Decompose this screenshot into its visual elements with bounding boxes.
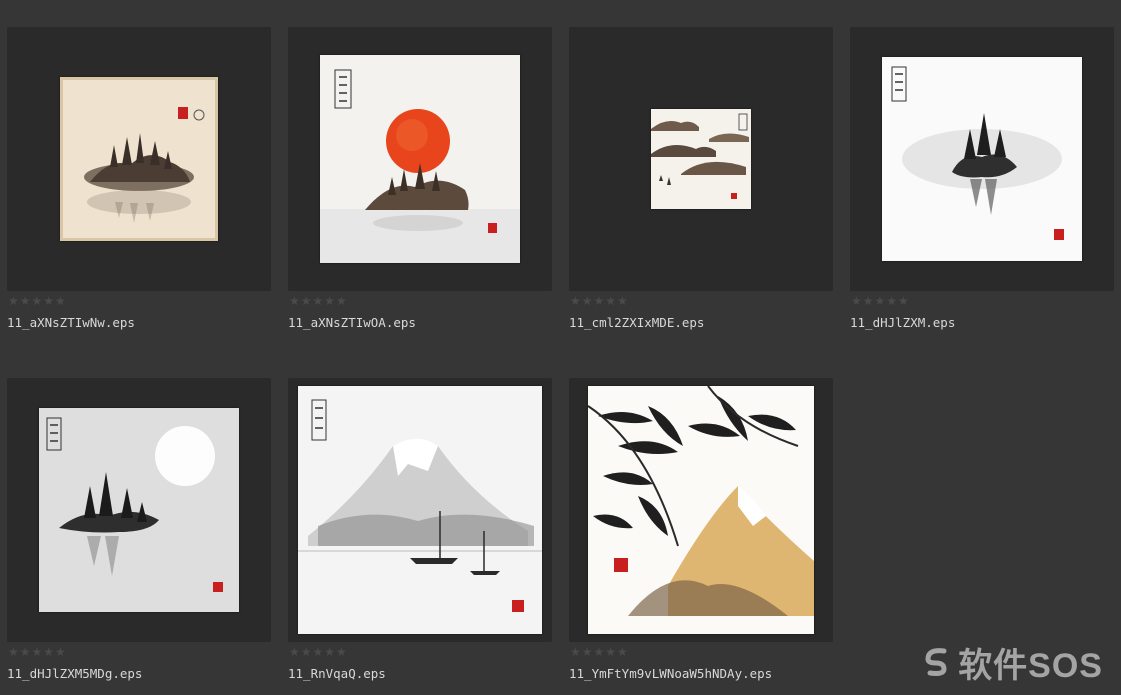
thumbnail-item[interactable]: ★★★★★ 11_dHJlZXM.eps [850, 27, 1114, 330]
floating-mountains-painting [651, 109, 751, 209]
watermark-text: 软件SOS [958, 647, 1103, 685]
thumbnail-item[interactable]: ★★★★★ 11_YmFtYm9vLWNoaW5hNDAy.eps [569, 378, 833, 681]
thumbnail-item[interactable]: ★★★★★ 11_RnVqaQ.eps [288, 378, 552, 681]
rating-stars[interactable]: ★★★★★ [851, 295, 910, 307]
thumbnail-filename: 11_YmFtYm9vLWNoaW5hNDAy.eps [569, 666, 773, 681]
thumbnail-cell[interactable] [288, 27, 552, 291]
red-sun-island-painting [320, 55, 520, 263]
fuji-mountain-painting [298, 386, 542, 634]
rating-stars[interactable]: ★★★★★ [570, 646, 629, 658]
thumbnail-filename: 11_RnVqaQ.eps [288, 666, 386, 681]
thumbnail-filename: 11_dHJlZXM.eps [850, 315, 956, 330]
thumbnail-grid: ★★★★★ 11_aXNsZTIwNw.eps ★★★★★ 11_aXNsZTI… [0, 0, 1121, 695]
thumbnail-cell[interactable] [850, 27, 1114, 291]
thumbnail-item[interactable]: ★★★★★ 11_aXNsZTIwNw.eps [7, 27, 271, 330]
island-ink-painting [60, 77, 218, 241]
thumbnail-filename: 11_cml2ZXIxMDE.eps [569, 315, 705, 330]
rating-stars[interactable]: ★★★★★ [289, 646, 348, 658]
s-logo-icon [922, 647, 952, 686]
thumbnail-image-moon-island[interactable] [39, 408, 239, 612]
bamboo-mountain-painting [588, 386, 814, 634]
rating-stars[interactable]: ★★★★★ [8, 646, 67, 658]
thumbnail-image-red-sun[interactable] [320, 55, 520, 263]
thumbnail-filename: 11_aXNsZTIwOA.eps [288, 315, 416, 330]
moon-island-painting [39, 408, 239, 612]
thumbnail-image-bamboo[interactable] [588, 386, 814, 634]
thumbnail-image-island[interactable] [60, 77, 218, 241]
thumbnail-cell[interactable] [7, 378, 271, 642]
thumbnail-filename: 11_dHJlZXM5MDg.eps [7, 666, 143, 681]
watermark: 软件SOS [922, 638, 1103, 687]
thumbnail-cell[interactable] [569, 378, 833, 642]
thumbnail-item[interactable]: ★★★★★ 11_aXNsZTIwOA.eps [288, 27, 552, 330]
thumbnail-cell[interactable] [7, 27, 271, 291]
rating-stars[interactable]: ★★★★★ [570, 295, 629, 307]
thumbnail-image-floating-mountains[interactable] [651, 109, 751, 209]
thumbnail-item[interactable]: ★★★★★ 11_cml2ZXIxMDE.eps [569, 27, 833, 330]
rating-stars[interactable]: ★★★★★ [289, 295, 348, 307]
rating-stars[interactable]: ★★★★★ [8, 295, 67, 307]
thumbnail-image-trees-island[interactable] [882, 57, 1082, 261]
thumbnail-filename: 11_aXNsZTIwNw.eps [7, 315, 135, 330]
thumbnail-item[interactable]: ★★★★★ 11_dHJlZXM5MDg.eps [7, 378, 271, 681]
thumbnail-cell[interactable] [288, 378, 552, 642]
thumbnail-cell[interactable] [569, 27, 833, 291]
trees-island-painting [882, 57, 1082, 261]
thumbnail-image-fuji[interactable] [298, 386, 542, 634]
